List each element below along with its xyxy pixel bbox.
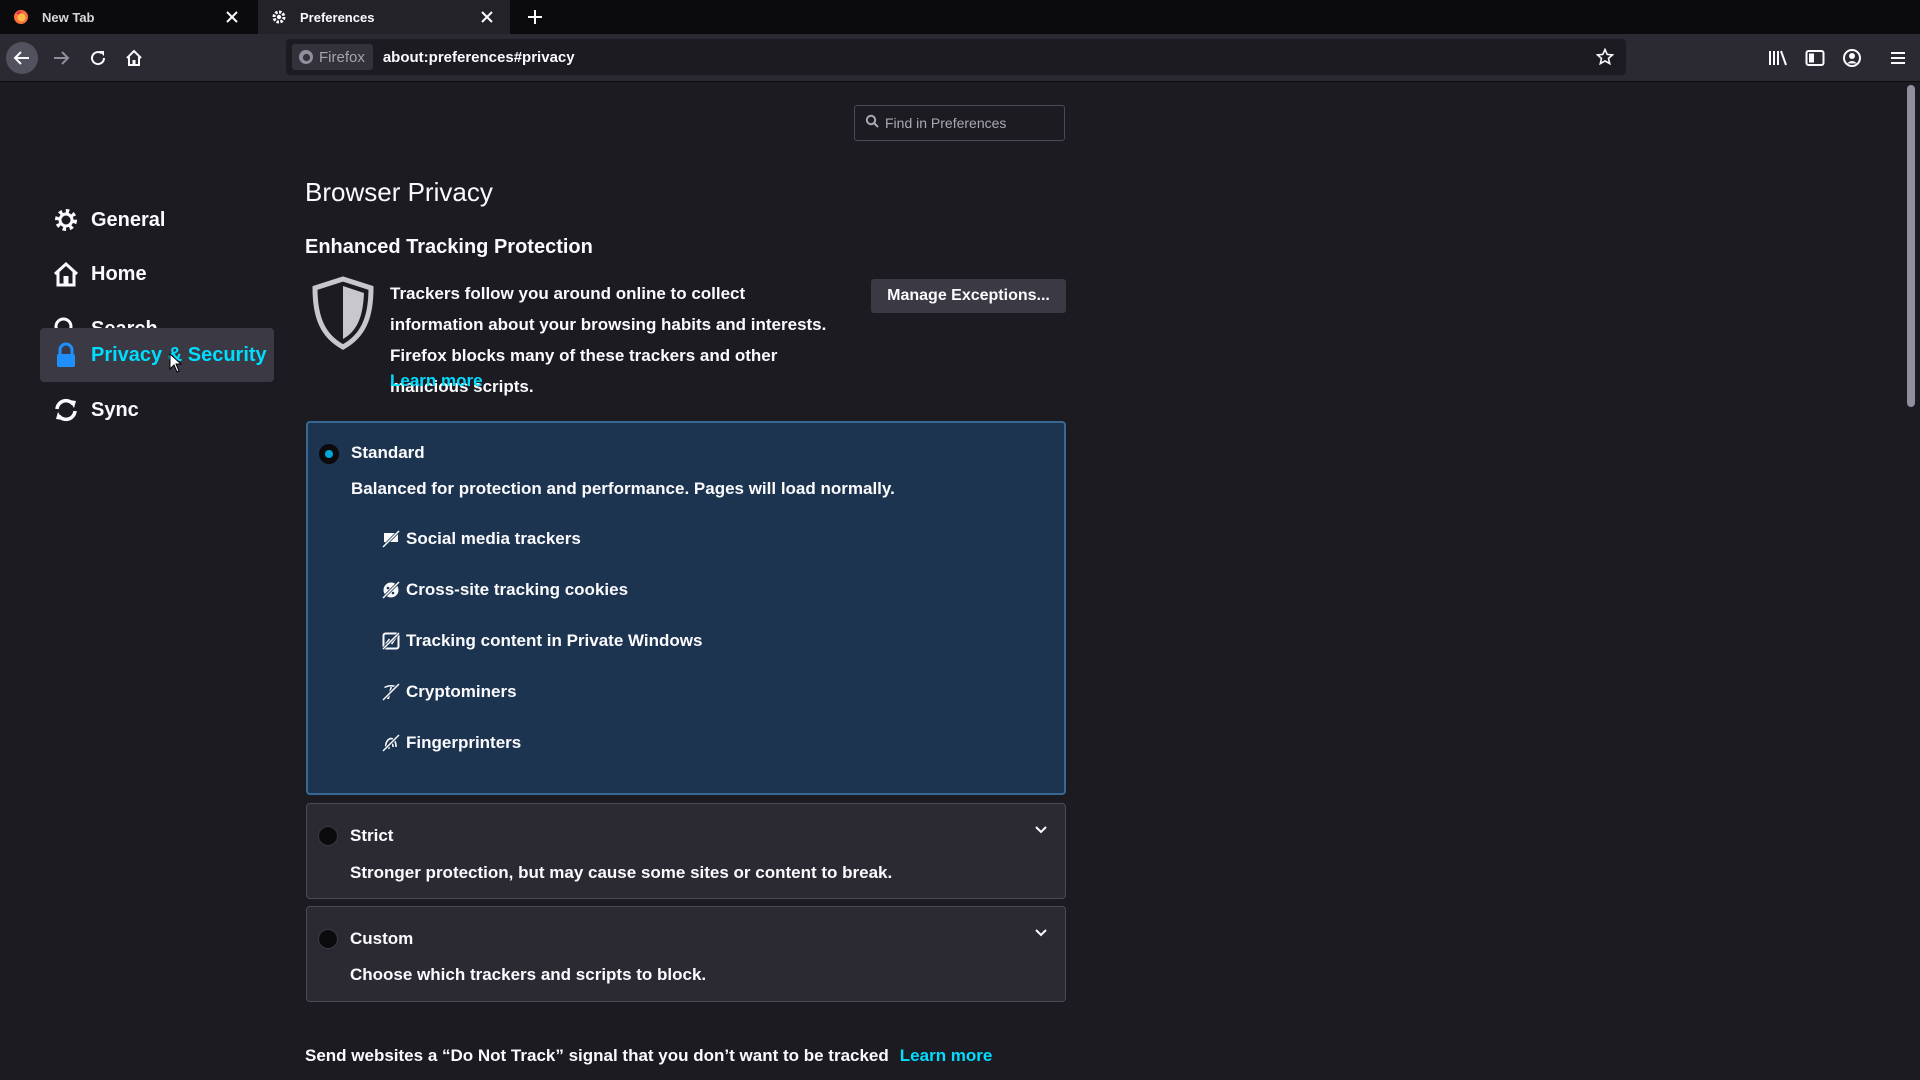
sidebar-item-label: Home — [91, 262, 147, 285]
identity-label: Firefox — [319, 48, 365, 66]
fingerprint-icon — [382, 734, 400, 752]
gear-icon — [270, 8, 288, 26]
option-title: Custom — [350, 929, 414, 948]
blocked-item-cross-site-cookies: Cross-site tracking cookies — [382, 580, 628, 600]
etp-heading: Enhanced Tracking Protection — [305, 236, 593, 258]
tab-label: New Tab — [42, 9, 95, 25]
custom-radio[interactable] — [318, 929, 338, 949]
lock-icon — [52, 341, 80, 369]
tab-new-tab[interactable]: New Tab — [0, 0, 255, 34]
find-in-preferences[interactable] — [854, 105, 1065, 141]
blocked-item-fingerprinters: Fingerprinters — [382, 733, 521, 753]
cryptominer-icon — [382, 683, 400, 701]
option-strict[interactable]: Strict Stronger protection, but may caus… — [306, 803, 1066, 899]
preferences-page: General Home Search Privacy & Security S… — [0, 83, 1920, 1080]
option-description: Balanced for protection and performance.… — [351, 479, 895, 498]
home-button[interactable] — [118, 42, 150, 74]
identity-box[interactable]: Firefox — [292, 44, 373, 70]
etp-learn-more-link[interactable]: Learn more — [390, 371, 483, 391]
close-tab-icon[interactable] — [476, 6, 498, 28]
firefox-icon — [298, 49, 314, 65]
sidebar-item-privacy-security[interactable]: Privacy & Security — [40, 328, 274, 382]
home-icon — [126, 49, 142, 66]
manage-exceptions-button[interactable]: Manage Exceptions... — [871, 279, 1066, 313]
hamburger-menu-icon[interactable] — [1884, 44, 1912, 72]
mouse-pointer-icon — [169, 352, 183, 378]
gear-icon — [52, 206, 80, 234]
option-description: Choose which trackers and scripts to blo… — [350, 965, 707, 984]
navigation-toolbar: Firefox about:preferences#privacy — [0, 34, 1920, 82]
sidebar-toggle-icon[interactable] — [1801, 44, 1829, 72]
blocked-item-social-media-trackers: Social media trackers — [382, 529, 581, 549]
reload-icon — [91, 51, 106, 66]
sidebar-item-sync[interactable]: Sync — [40, 383, 274, 437]
url-text[interactable]: about:preferences#privacy — [383, 49, 575, 66]
social-tracker-icon — [382, 530, 400, 548]
option-description: Stronger protection, but may cause some … — [350, 863, 893, 882]
option-custom[interactable]: Custom Choose which trackers and scripts… — [306, 906, 1066, 1002]
page-title: Browser Privacy — [305, 177, 493, 207]
do-not-track-label: Send websites a “Do Not Track” signal th… — [305, 1046, 889, 1065]
scrollbar-thumb[interactable] — [1907, 85, 1915, 407]
tab-label: Preferences — [300, 9, 375, 25]
dnt-learn-more-link[interactable]: Learn more — [900, 1046, 993, 1066]
reload-button[interactable] — [82, 42, 114, 74]
tab-strip: New Tab Preferences — [0, 0, 1920, 34]
tracking-content-icon — [382, 632, 400, 650]
blocked-item-label: Social media trackers — [406, 529, 581, 548]
firefox-icon — [12, 8, 30, 26]
account-icon[interactable] — [1838, 44, 1866, 72]
blocked-item-tracking-content: Tracking content in Private Windows — [382, 631, 702, 651]
scrollbar[interactable] — [1906, 83, 1916, 1080]
option-title: Strict — [350, 826, 394, 845]
home-icon — [52, 260, 80, 288]
forward-arrow-icon — [54, 51, 70, 65]
do-not-track-row: Send websites a “Do Not Track” signal th… — [305, 1046, 992, 1066]
new-tab-plus-icon[interactable] — [522, 4, 548, 30]
sidebar-item-label: Sync — [91, 398, 139, 421]
blocked-item-label: Cryptominers — [406, 682, 517, 701]
blocked-item-label: Fingerprinters — [406, 733, 522, 752]
bookmark-star-icon[interactable] — [1594, 46, 1616, 68]
sidebar-item-label: General — [91, 208, 166, 231]
chevron-down-icon[interactable] — [1033, 925, 1049, 941]
blocked-item-label: Tracking content in Private Windows — [406, 631, 703, 650]
standard-radio[interactable] — [319, 444, 339, 464]
back-button[interactable] — [6, 42, 38, 74]
blocked-item-label: Cross-site tracking cookies — [406, 580, 629, 599]
chevron-down-icon[interactable] — [1033, 822, 1049, 838]
url-bar[interactable]: Firefox about:preferences#privacy — [286, 39, 1626, 75]
library-icon[interactable] — [1764, 44, 1792, 72]
blocked-item-cryptominers: Cryptominers — [382, 682, 517, 702]
close-tab-icon[interactable] — [221, 6, 243, 28]
option-title: Standard — [351, 443, 425, 462]
tab-preferences[interactable]: Preferences — [258, 0, 510, 34]
find-in-preferences-input[interactable] — [885, 115, 1055, 131]
option-standard[interactable]: Standard Balanced for protection and per… — [306, 421, 1066, 795]
sidebar-item-general[interactable]: General — [40, 193, 274, 247]
sync-icon — [52, 396, 80, 424]
cookie-icon — [382, 581, 400, 599]
back-arrow-icon — [13, 51, 29, 65]
forward-button[interactable] — [45, 42, 77, 74]
sidebar-item-home[interactable]: Home — [40, 247, 274, 301]
search-icon — [865, 114, 879, 133]
shield-icon — [311, 276, 375, 355]
strict-radio[interactable] — [318, 826, 338, 846]
